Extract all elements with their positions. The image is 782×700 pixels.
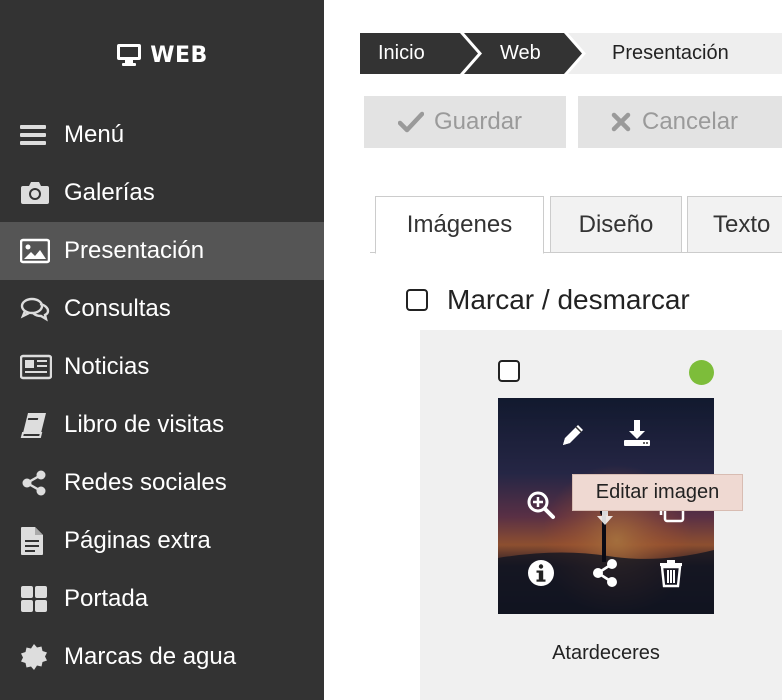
sidebar-item-label: Noticias: [64, 353, 150, 380]
tooltip-edit-image: Editar imagen: [572, 474, 743, 511]
breadcrumb-item-web[interactable]: Web: [464, 33, 582, 74]
cancel-button-label: Cancelar: [642, 108, 739, 135]
monitor-icon: [116, 43, 142, 67]
tab-texto[interactable]: Texto: [687, 196, 782, 253]
sidebar-nav: Menú Galerías Presentación Consultas Not…: [0, 106, 324, 686]
breadcrumb-item-presentacion: Presentación: [568, 33, 782, 74]
cancel-button[interactable]: Cancelar: [578, 96, 782, 148]
sidebar-item-label: Marcas de agua: [64, 643, 237, 670]
sidebar-item-label: Consultas: [64, 295, 171, 322]
mark-all-checkbox[interactable]: [406, 289, 428, 311]
sidebar-item-redes-sociales[interactable]: Redes sociales: [0, 454, 324, 512]
badge-icon: [20, 641, 52, 673]
close-icon: [610, 111, 632, 133]
save-button-label: Guardar: [434, 108, 523, 135]
sidebar-item-label: Páginas extra: [64, 527, 211, 554]
sidebar-item-label: Menú: [64, 121, 125, 148]
brand-title: WEB: [150, 42, 208, 68]
share-icon: [20, 467, 52, 499]
tab-diseno[interactable]: Diseño: [550, 196, 682, 253]
tab-imagenes[interactable]: Imágenes: [375, 196, 544, 254]
sidebar-item-label: Galerías: [64, 179, 155, 206]
mark-all-label: Marcar / desmarcar: [447, 284, 690, 315]
file-icon: [20, 525, 52, 557]
sidebar-item-libro-de-visitas[interactable]: Libro de visitas: [0, 396, 324, 454]
sidebar-item-paginas-extra[interactable]: Páginas extra: [0, 512, 324, 570]
sidebar-item-label: Redes sociales: [64, 469, 227, 496]
image-select-checkbox[interactable]: [498, 360, 520, 382]
sidebar-item-menu[interactable]: Menú: [0, 106, 324, 164]
mark-all-toggle[interactable]: Marcar / desmarcar: [406, 282, 690, 318]
save-button[interactable]: Guardar: [364, 96, 566, 148]
sidebar-item-label: Portada: [64, 585, 149, 612]
sidebar-item-marcas-de-agua[interactable]: Marcas de agua: [0, 628, 324, 686]
sidebar-item-galerias[interactable]: Galerías: [0, 164, 324, 222]
status-indicator: [689, 360, 714, 385]
bars-icon: [20, 119, 52, 151]
breadcrumb-item-inicio[interactable]: Inicio: [360, 33, 478, 74]
sidebar-item-portada[interactable]: Portada: [0, 570, 324, 628]
download-icon[interactable]: [620, 416, 654, 450]
trash-icon[interactable]: [654, 556, 688, 590]
camera-icon: [20, 177, 52, 209]
comments-icon: [20, 293, 52, 325]
sidebar-item-label: Presentación: [64, 237, 205, 264]
grid-icon: [20, 583, 52, 615]
zoom-in-icon[interactable]: [524, 488, 558, 522]
info-icon[interactable]: [524, 556, 558, 590]
breadcrumb: Inicio Web Presentación: [360, 33, 782, 74]
sidebar-item-presentacion[interactable]: Presentación: [0, 222, 324, 280]
newspaper-icon: [20, 351, 52, 383]
image-caption: Atardeceres: [552, 642, 660, 664]
sidebar-item-label: Libro de visitas: [64, 411, 225, 438]
edit-icon[interactable]: [556, 418, 590, 452]
sidebar: WEB Menú Galerías Presentación Consultas: [0, 0, 324, 700]
sidebar-item-noticias[interactable]: Noticias: [0, 338, 324, 396]
share-icon[interactable]: [588, 556, 622, 590]
book-icon: [20, 409, 52, 441]
image-icon: [20, 235, 52, 267]
sidebar-item-consultas[interactable]: Consultas: [0, 280, 324, 338]
brand: WEB: [0, 38, 324, 72]
check-icon: [398, 111, 424, 133]
